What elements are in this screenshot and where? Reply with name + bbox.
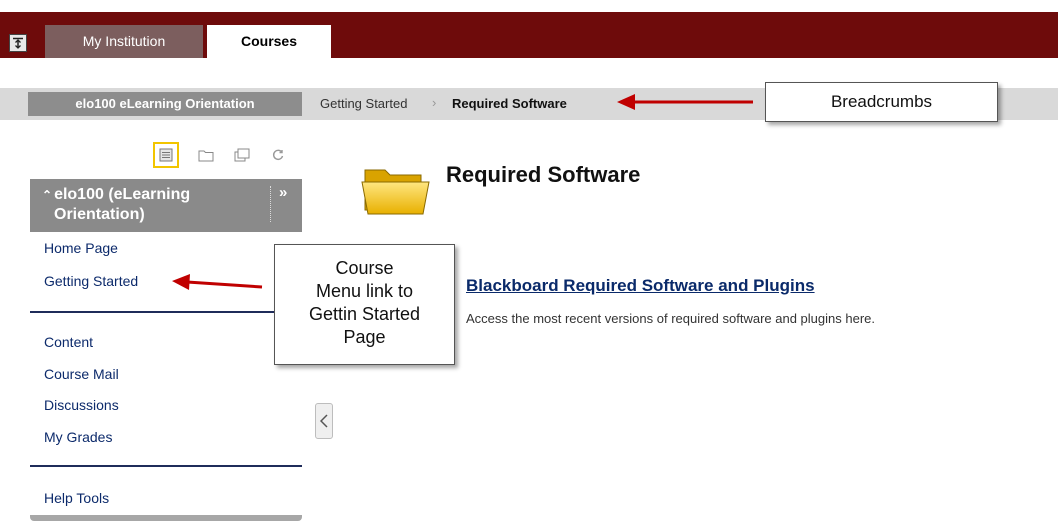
sidebar-item-getting-started[interactable]: Getting Started [44, 273, 138, 289]
sidebar-item-home-page[interactable]: Home Page [44, 240, 118, 256]
callout-breadcrumbs: Breadcrumbs [765, 82, 998, 122]
expand-menu-icon[interactable]: » [279, 184, 287, 201]
sidebar-item-course-mail[interactable]: Course Mail [44, 366, 119, 382]
breadcrumb-separator: › [432, 95, 437, 110]
new-window-icon[interactable] [229, 142, 255, 168]
callout-course-menu: Course Menu link to Gettin Started Page [274, 244, 455, 365]
course-menu-header[interactable]: ⌃ elo100 (eLearning Orientation) [30, 179, 302, 232]
tab-courses[interactable]: Courses [207, 25, 331, 58]
page-title: Required Software [446, 162, 641, 187]
menu-toggle-icon[interactable] [9, 34, 27, 52]
list-view-icon[interactable] [153, 142, 179, 168]
header-divider [270, 186, 272, 222]
refresh-icon[interactable] [265, 142, 291, 168]
content-item-link[interactable]: Blackboard Required Software and Plugins [466, 276, 815, 296]
chevron-left-icon [320, 414, 328, 428]
menu-bottom-edge [30, 515, 302, 521]
menu-divider [30, 311, 302, 313]
annotation-arrows [172, 94, 753, 290]
breadcrumb-item-getting-started[interactable]: Getting Started [320, 96, 407, 111]
folder-view-icon[interactable] [193, 142, 219, 168]
tab-my-institution[interactable]: My Institution [45, 25, 203, 58]
collapse-caret-icon[interactable]: ⌃ [42, 188, 52, 202]
sidebar-item-help-tools[interactable]: Help Tools [44, 490, 109, 506]
callout-line: Page [343, 327, 386, 347]
top-navigation-bar: My Institution Courses [0, 0, 1058, 58]
arrow-to-getting-started [172, 274, 263, 290]
content-item-description: Access the most recent versions of requi… [466, 311, 875, 326]
collapse-sidebar-button[interactable] [315, 403, 333, 439]
breadcrumb-course[interactable]: elo100 eLearning Orientation [28, 92, 302, 116]
callout-line: Course [335, 258, 394, 278]
folder-icon [361, 169, 430, 215]
course-menu-title-line1: elo100 (eLearning [54, 186, 191, 203]
breadcrumb-item-required-software: Required Software [452, 96, 567, 111]
sidebar-item-content[interactable]: Content [44, 334, 93, 350]
callout-line: Gettin Started [308, 304, 421, 324]
sidebar-item-my-grades[interactable]: My Grades [44, 429, 112, 445]
callout-line: Menu link to [315, 281, 414, 301]
course-menu-title-line2: Orientation) [54, 206, 145, 223]
sidebar-item-discussions[interactable]: Discussions [44, 397, 119, 413]
menu-divider [30, 465, 302, 467]
